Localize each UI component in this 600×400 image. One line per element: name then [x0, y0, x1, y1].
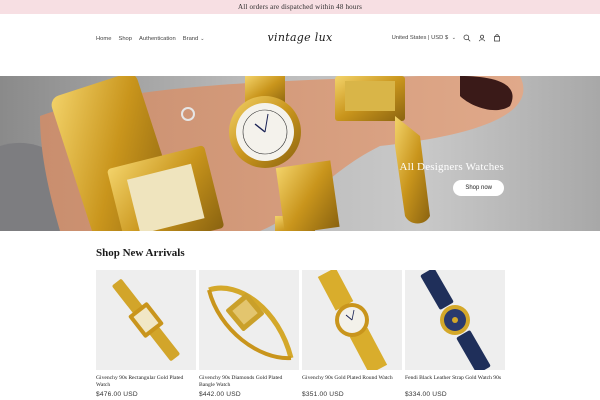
shop-now-button[interactable]: Shop now: [453, 180, 504, 196]
product-grid: Givenchy 90s Rectangular Gold Plated Wat…: [96, 270, 505, 398]
product-card[interactable]: Givenchy 90s Rectangular Gold Plated Wat…: [96, 270, 196, 398]
search-icon[interactable]: [463, 34, 471, 42]
announcement-bar: All orders are dispatched within 48 hour…: [0, 0, 600, 14]
announcement-text: All orders are dispatched within 48 hour…: [237, 3, 363, 11]
product-title[interactable]: Givenchy 90s Rectangular Gold Plated Wat…: [96, 375, 196, 389]
country-selector-label: United States | USD $: [391, 35, 449, 41]
product-card[interactable]: Fendi Black Leather Strap Gold Watch 90s…: [405, 270, 505, 398]
product-price: $334.00 USD: [405, 391, 447, 398]
site-logo[interactable]: vintage lux: [268, 31, 333, 44]
product-card[interactable]: Givenchy 90s Gold Plated Round Watch $35…: [302, 270, 402, 398]
product-image[interactable]: [405, 270, 505, 370]
product-price: $351.00 USD: [302, 391, 344, 398]
hero-caption: All Designers Watches Shop now: [399, 161, 504, 196]
product-image[interactable]: [302, 270, 402, 370]
header-actions: United States | USD $ ⌄: [392, 34, 501, 42]
hero-image: [0, 76, 524, 231]
site-logo-wrap: vintage lux: [0, 31, 600, 44]
product-title[interactable]: Fendi Black Leather Strap Gold Watch 90s: [405, 375, 505, 389]
chevron-down-icon: ⌄: [451, 35, 456, 41]
product-image[interactable]: [96, 270, 196, 370]
hero-heading: All Designers Watches: [399, 161, 504, 173]
product-title[interactable]: Givenchy 90s Gold Plated Round Watch: [302, 375, 402, 389]
cart-icon[interactable]: [493, 34, 501, 42]
product-card[interactable]: Givenchy 90s Diamonds Gold Plated Bangle…: [199, 270, 299, 398]
hero-banner: All Designers Watches Shop now: [0, 76, 600, 231]
product-title[interactable]: Givenchy 90s Diamonds Gold Plated Bangle…: [199, 375, 299, 389]
product-price: $476.00 USD: [96, 391, 138, 398]
account-icon[interactable]: [478, 34, 486, 42]
product-image[interactable]: [199, 270, 299, 370]
product-price: $442.00 USD: [199, 391, 241, 398]
section-title: Shop New Arrivals: [96, 247, 185, 259]
site-header: Home Shop Authentication Brand ⌄ vintage …: [0, 14, 600, 76]
country-selector[interactable]: United States | USD $ ⌄: [392, 35, 456, 41]
